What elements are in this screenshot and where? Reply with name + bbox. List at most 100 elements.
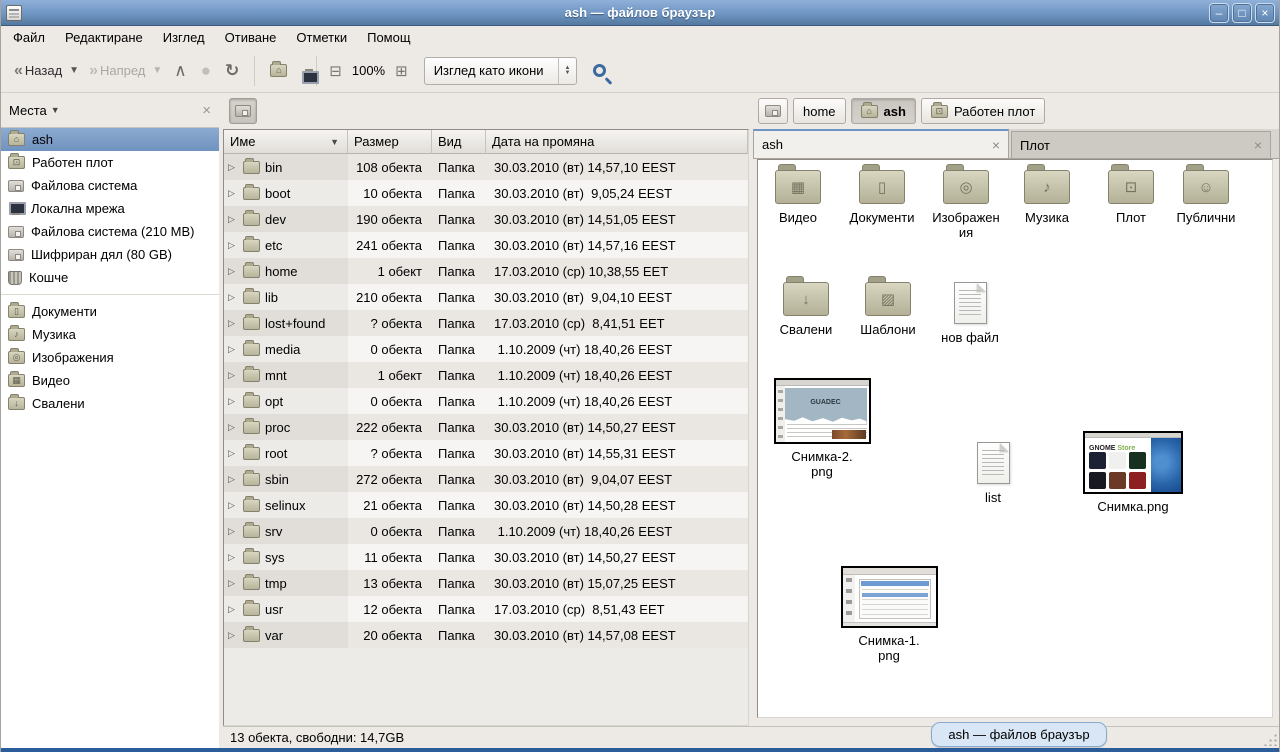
table-row[interactable]: ▷tmp13 обектаПапка30.03.2010 (вт) 15,07,…: [224, 570, 748, 596]
expander-icon[interactable]: ▷: [228, 552, 238, 563]
table-row[interactable]: ▷mnt1 обектПапка 1.10.2009 (чт) 18,40,26…: [224, 362, 748, 388]
sidebar-item-ash[interactable]: ⌂ash: [1, 128, 219, 151]
expander-icon[interactable]: ▷: [228, 630, 238, 641]
back-dropdown-icon[interactable]: ▼: [69, 65, 79, 76]
sidebar-item-свалени[interactable]: ↓Свалени: [1, 392, 219, 415]
breadcrumb-ash-button[interactable]: ⌂ ash: [851, 98, 916, 124]
expander-icon[interactable]: ▷: [228, 474, 238, 485]
column-header-type[interactable]: Вид: [432, 130, 486, 154]
expander-icon[interactable]: ▷: [228, 604, 238, 615]
expander-icon[interactable]: ▷: [228, 162, 238, 173]
table-row[interactable]: ▷proc222 обектаПапка30.03.2010 (вт) 14,5…: [224, 414, 748, 440]
icon-view-item[interactable]: ▦Видео: [757, 170, 846, 225]
table-row[interactable]: ▷sys11 обектаПапка30.03.2010 (вт) 14,50,…: [224, 544, 748, 570]
sidebar-item-файлова-система[interactable]: Файлова система: [1, 174, 219, 197]
sidebar-item-кошче[interactable]: Кошче: [1, 266, 219, 289]
icon-view-item[interactable]: Снимка-1.png: [841, 566, 937, 663]
breadcrumb-desktop-button[interactable]: ⊡ Работен плот: [921, 98, 1045, 124]
icon-view-item[interactable]: GNOME StoreСнимка.png: [1085, 431, 1181, 514]
tab-plot[interactable]: Плот ×: [1011, 131, 1271, 158]
sidebar-item-файлова-система-210-mb-[interactable]: Файлова система (210 MB): [1, 220, 219, 243]
view-mode-selector[interactable]: Изглед като икони ▲▼: [424, 57, 578, 85]
expander-icon[interactable]: ▷: [228, 370, 238, 381]
icon-view-item[interactable]: list: [945, 442, 1041, 505]
root-location-button[interactable]: [229, 98, 257, 124]
sidebar-item-видео[interactable]: ▦Видео: [1, 369, 219, 392]
table-row[interactable]: ▷usr12 обектаПапка17.03.2010 (ср) 8,51,4…: [224, 596, 748, 622]
tab-close-icon[interactable]: ×: [1254, 137, 1262, 153]
table-row[interactable]: ▷sbin272 обектаПапка30.03.2010 (вт) 9,04…: [224, 466, 748, 492]
sidebar-item-изображения[interactable]: ◎Изображения: [1, 346, 219, 369]
expander-icon[interactable]: ▷: [228, 396, 238, 407]
expander-icon[interactable]: ▷: [228, 526, 238, 537]
expander-icon[interactable]: ▷: [228, 422, 238, 433]
forward-dropdown-icon[interactable]: ▼: [152, 65, 162, 76]
icon-view-item[interactable]: ☺Публични: [1158, 170, 1254, 225]
close-button[interactable]: ×: [1255, 3, 1275, 23]
zoom-out-button[interactable]: ⊟: [325, 60, 346, 82]
tab-close-icon[interactable]: ×: [992, 137, 1000, 153]
up-button[interactable]: ∧: [167, 57, 193, 85]
computer-button[interactable]: [294, 67, 308, 75]
zoom-in-button[interactable]: ⊞: [391, 60, 412, 82]
menu-edit[interactable]: Редактиране: [55, 28, 153, 47]
menu-bookmarks[interactable]: Отметки: [286, 28, 357, 47]
breadcrumb-root-button[interactable]: [758, 98, 788, 124]
table-row[interactable]: ▷opt0 обектаПапка 1.10.2009 (чт) 18,40,2…: [224, 388, 748, 414]
menu-help[interactable]: Помощ: [357, 28, 420, 47]
table-row[interactable]: ▷srv0 обектаПапка 1.10.2009 (чт) 18,40,2…: [224, 518, 748, 544]
back-button[interactable]: « Назад ▼: [9, 57, 84, 85]
expander-icon[interactable]: ▷: [228, 578, 238, 589]
tree-cell-date: 30.03.2010 (вт) 9,04,07 EEST: [486, 466, 748, 492]
menu-view[interactable]: Изглед: [153, 28, 215, 47]
expander-icon[interactable]: ▷: [228, 188, 238, 199]
table-row[interactable]: ▷home1 обектПапка17.03.2010 (ср) 10,38,5…: [224, 258, 748, 284]
column-header-date[interactable]: Дата на промяна: [486, 130, 748, 154]
expander-icon[interactable]: ▷: [228, 500, 238, 511]
expander-icon[interactable]: ▷: [228, 344, 238, 355]
image-thumbnail: GUADEC: [774, 378, 871, 444]
expander-icon[interactable]: ▷: [228, 448, 238, 459]
sidebar-item-локална-мрежа[interactable]: Локална мрежа: [1, 197, 219, 220]
table-row[interactable]: ▷etc241 обектаПапка30.03.2010 (вт) 14,57…: [224, 232, 748, 258]
forward-button[interactable]: » Напред ▼: [84, 57, 167, 85]
expander-icon[interactable]: ▷: [228, 318, 238, 329]
search-icon[interactable]: [593, 64, 606, 77]
expander-icon[interactable]: ▷: [228, 266, 238, 277]
menu-go[interactable]: Отиване: [215, 28, 287, 47]
icon-view-item[interactable]: ♪Музика: [999, 170, 1095, 225]
table-row[interactable]: ▷boot10 обектаПапка30.03.2010 (вт) 9,05,…: [224, 180, 748, 206]
table-row[interactable]: ▷lost+found? обектаПапка17.03.2010 (ср) …: [224, 310, 748, 336]
stop-button[interactable]: ●: [194, 57, 218, 85]
expander-icon[interactable]: ▷: [228, 240, 238, 251]
table-row[interactable]: ▷selinux21 обектаПапка30.03.2010 (вт) 14…: [224, 492, 748, 518]
sidebar-close-icon[interactable]: ×: [202, 102, 211, 119]
home-button[interactable]: ⌂: [263, 60, 294, 81]
table-row[interactable]: ▷dev190 обектаПапка30.03.2010 (вт) 14,51…: [224, 206, 748, 232]
sidebar-item-документи[interactable]: ▯Документи: [1, 300, 219, 323]
tab-ash[interactable]: ash ×: [753, 129, 1009, 158]
minimize-button[interactable]: –: [1209, 3, 1229, 23]
icon-view-item[interactable]: ▯Документи: [834, 170, 930, 225]
table-row[interactable]: ▷bin108 обектаПапка30.03.2010 (вт) 14,57…: [224, 154, 748, 180]
sidebar-title[interactable]: Места: [9, 103, 47, 118]
sidebar-title-dropdown-icon[interactable]: ▼: [51, 105, 60, 115]
breadcrumb-home-button[interactable]: home: [793, 98, 846, 124]
column-header-name[interactable]: Име▼: [224, 130, 348, 154]
icon-view-item[interactable]: GUADECСнимка-2.png: [774, 378, 870, 479]
icon-view-item[interactable]: нов файл: [922, 282, 1018, 345]
sidebar-item-работен-плот[interactable]: ⊡Работен плот: [1, 151, 219, 174]
maximize-button[interactable]: □: [1232, 3, 1252, 23]
table-row[interactable]: ▷root? обектаПапка30.03.2010 (вт) 14,55,…: [224, 440, 748, 466]
sidebar-item-шифриран-дял-80-gb-[interactable]: Шифриран дял (80 GB): [1, 243, 219, 266]
expander-icon[interactable]: ▷: [228, 292, 238, 303]
column-header-size[interactable]: Размер: [348, 130, 432, 154]
taskbar-window-button[interactable]: ash — файлов браузър: [931, 722, 1107, 747]
table-row[interactable]: ▷lib210 обектаПапка30.03.2010 (вт) 9,04,…: [224, 284, 748, 310]
menu-file[interactable]: Файл: [11, 28, 55, 47]
sidebar-item-музика[interactable]: ♪Музика: [1, 323, 219, 346]
table-row[interactable]: ▷var20 обектаПапка30.03.2010 (вт) 14,57,…: [224, 622, 748, 648]
expander-icon[interactable]: ▷: [228, 214, 238, 225]
reload-button[interactable]: ↻: [218, 57, 246, 85]
table-row[interactable]: ▷media0 обектаПапка 1.10.2009 (чт) 18,40…: [224, 336, 748, 362]
